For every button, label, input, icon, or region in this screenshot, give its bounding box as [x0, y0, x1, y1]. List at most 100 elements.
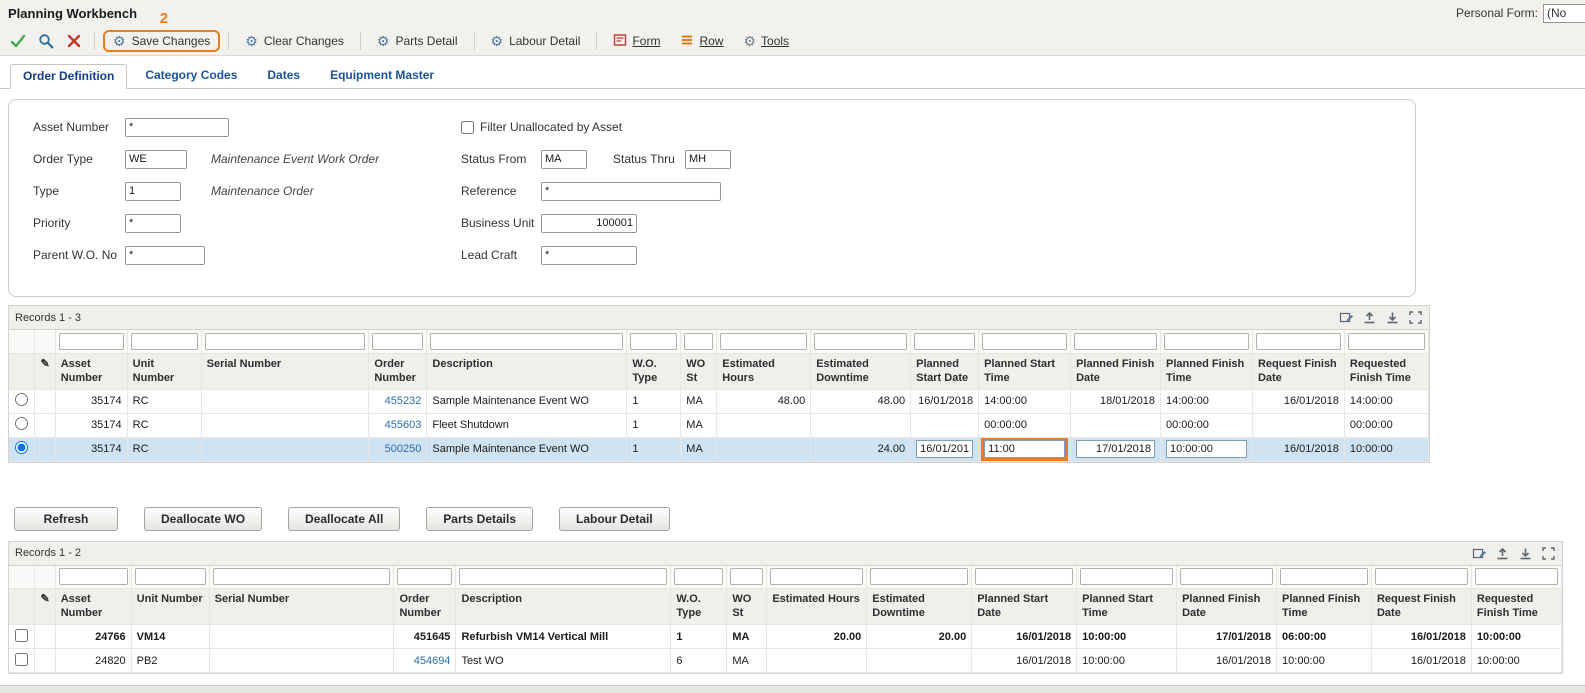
- filter-est_hours-input[interactable]: [770, 568, 863, 585]
- form-menu[interactable]: Form: [605, 30, 668, 52]
- column-header-wo_type[interactable]: W.O. Type: [671, 589, 727, 625]
- grid-row[interactable]: 24766VM14451645Refurbish VM14 Vertical M…: [9, 625, 1562, 649]
- column-header-serial_number[interactable]: Serial Number: [201, 353, 369, 389]
- lead-craft-input[interactable]: [541, 246, 637, 265]
- tab-equipment-master[interactable]: Equipment Master: [318, 64, 446, 88]
- column-header-wo_type[interactable]: W.O. Type: [627, 353, 681, 389]
- filter-unit_number-input[interactable]: [135, 568, 206, 585]
- tab-dates[interactable]: Dates: [255, 64, 312, 88]
- filter-requested_finish_time-input[interactable]: [1348, 333, 1425, 350]
- filter-planned_start_date-input[interactable]: [975, 568, 1073, 585]
- filter-request_finish_date-input[interactable]: [1375, 568, 1468, 585]
- grid-row[interactable]: 24820PB2454694Test WO6MA16/01/201810:00:…: [9, 649, 1562, 673]
- deallocate-wo-button[interactable]: Deallocate WO: [144, 507, 262, 531]
- column-header-planned_start_time[interactable]: Planned Start Time: [979, 353, 1071, 389]
- filter-description-input[interactable]: [459, 568, 667, 585]
- filter-planned_start_time-input[interactable]: [982, 333, 1067, 350]
- customize-grid-icon[interactable]: [1471, 545, 1487, 561]
- clear-changes-button[interactable]: ⚙ Clear Changes: [237, 31, 352, 51]
- filter-asset_number-input[interactable]: [59, 333, 124, 350]
- maximize-grid-icon[interactable]: [1540, 545, 1556, 561]
- order-number-link[interactable]: 455603: [385, 419, 422, 431]
- row-select-checkbox[interactable]: [15, 653, 28, 666]
- column-header-asset_number[interactable]: Asset Number: [55, 589, 131, 625]
- save-changes-button[interactable]: 2 ⚙ Save Changes: [103, 30, 220, 52]
- filter-planned_finish_date-input[interactable]: [1074, 333, 1157, 350]
- planned_start_date-input[interactable]: [916, 440, 973, 458]
- tab-order-definition[interactable]: Order Definition: [10, 64, 127, 89]
- priority-input[interactable]: [125, 214, 181, 233]
- status-thru-input[interactable]: [685, 150, 731, 169]
- order-number-link[interactable]: 454694: [414, 655, 451, 667]
- planned_finish_time-input[interactable]: [1166, 440, 1247, 458]
- filter-unit_number-input[interactable]: [131, 333, 198, 350]
- labour-detail-action-button[interactable]: Labour Detail: [559, 507, 670, 531]
- import-grid-icon[interactable]: [1517, 545, 1533, 561]
- column-header-est_downtime[interactable]: Estimated Downtime: [867, 589, 972, 625]
- planned_start_time-input[interactable]: [984, 440, 1065, 458]
- planned_finish_date-input[interactable]: [1076, 440, 1155, 458]
- business-unit-input[interactable]: [541, 214, 637, 233]
- tab-category-codes[interactable]: Category Codes: [133, 64, 249, 88]
- filter-serial_number-input[interactable]: [213, 568, 391, 585]
- type-input[interactable]: [125, 182, 181, 201]
- filter-est_downtime-input[interactable]: [814, 333, 907, 350]
- filter-wo_st-input[interactable]: [730, 568, 763, 585]
- filter-planned_finish_date-input[interactable]: [1180, 568, 1273, 585]
- personal-form-select[interactable]: (No: [1543, 4, 1585, 23]
- column-header-planned_start_date[interactable]: Planned Start Date: [911, 353, 979, 389]
- filter-order_number-input[interactable]: [397, 568, 452, 585]
- grid-row[interactable]: 35174RC500250Sample Maintenance Event WO…: [9, 437, 1429, 461]
- column-header-requested_finish_time[interactable]: Requested Finish Time: [1344, 353, 1428, 389]
- filter-planned_start_date-input[interactable]: [914, 333, 975, 350]
- filter-est_downtime-input[interactable]: [870, 568, 968, 585]
- order-number-link[interactable]: 455232: [385, 395, 422, 407]
- order-type-input[interactable]: [125, 150, 187, 169]
- filter-unallocated-checkbox[interactable]: [461, 121, 474, 134]
- column-header-request_finish_date[interactable]: Request Finish Date: [1252, 353, 1344, 389]
- tools-menu[interactable]: ⚙ Tools: [735, 31, 797, 51]
- column-header-request_finish_date[interactable]: Request Finish Date: [1371, 589, 1471, 625]
- filter-est_hours-input[interactable]: [720, 333, 807, 350]
- filter-serial_number-input[interactable]: [205, 333, 366, 350]
- column-header-wo_st[interactable]: WO St: [727, 589, 767, 625]
- export-grid-icon[interactable]: [1361, 310, 1377, 326]
- grid-row[interactable]: 35174RC455603Fleet Shutdown1MA00:00:0000…: [9, 413, 1429, 437]
- customize-grid-icon[interactable]: [1338, 310, 1354, 326]
- filter-wo_st-input[interactable]: [684, 333, 713, 350]
- filter-request_finish_date-input[interactable]: [1256, 333, 1341, 350]
- column-header-serial_number[interactable]: Serial Number: [209, 589, 394, 625]
- filter-description-input[interactable]: [430, 333, 623, 350]
- close-icon[interactable]: [62, 29, 86, 53]
- filter-planned_start_time-input[interactable]: [1080, 568, 1173, 585]
- column-header-unit_number[interactable]: Unit Number: [131, 589, 209, 625]
- maximize-grid-icon[interactable]: [1407, 310, 1423, 326]
- labour-detail-button[interactable]: ⚙ Labour Detail: [483, 31, 589, 51]
- row-select-checkbox[interactable]: [15, 629, 28, 642]
- column-header-planned_finish_date[interactable]: Planned Finish Date: [1177, 589, 1277, 625]
- filter-planned_finish_time-input[interactable]: [1164, 333, 1249, 350]
- grid-row[interactable]: 35174RC455232Sample Maintenance Event WO…: [9, 389, 1429, 413]
- asset-number-input[interactable]: [125, 118, 229, 137]
- parts-details-button[interactable]: Parts Details: [426, 507, 533, 531]
- column-header-est_hours[interactable]: Estimated Hours: [767, 589, 867, 625]
- status-from-input[interactable]: [541, 150, 587, 169]
- column-header-est_hours[interactable]: Estimated Hours: [717, 353, 811, 389]
- column-header-wo_st[interactable]: WO St: [681, 353, 717, 389]
- column-header-est_downtime[interactable]: Estimated Downtime: [811, 353, 911, 389]
- column-header-planned_start_time[interactable]: Planned Start Time: [1077, 589, 1177, 625]
- column-header-planned_finish_date[interactable]: Planned Finish Date: [1071, 353, 1161, 389]
- parent-wo-input[interactable]: [125, 246, 205, 265]
- row-select-radio[interactable]: [15, 417, 28, 430]
- column-header-description[interactable]: Description: [456, 589, 671, 625]
- parts-detail-button[interactable]: ⚙ Parts Detail: [369, 31, 466, 51]
- reference-input[interactable]: [541, 182, 721, 201]
- filter-order_number-input[interactable]: [372, 333, 423, 350]
- column-header-planned_finish_time[interactable]: Planned Finish Time: [1277, 589, 1372, 625]
- order-number-link[interactable]: 500250: [385, 443, 422, 455]
- export-grid-icon[interactable]: [1494, 545, 1510, 561]
- find-icon[interactable]: [34, 29, 58, 53]
- row-menu[interactable]: Row: [672, 30, 731, 52]
- column-header-order_number[interactable]: Order Number: [369, 353, 427, 389]
- column-header-asset_number[interactable]: Asset Number: [55, 353, 127, 389]
